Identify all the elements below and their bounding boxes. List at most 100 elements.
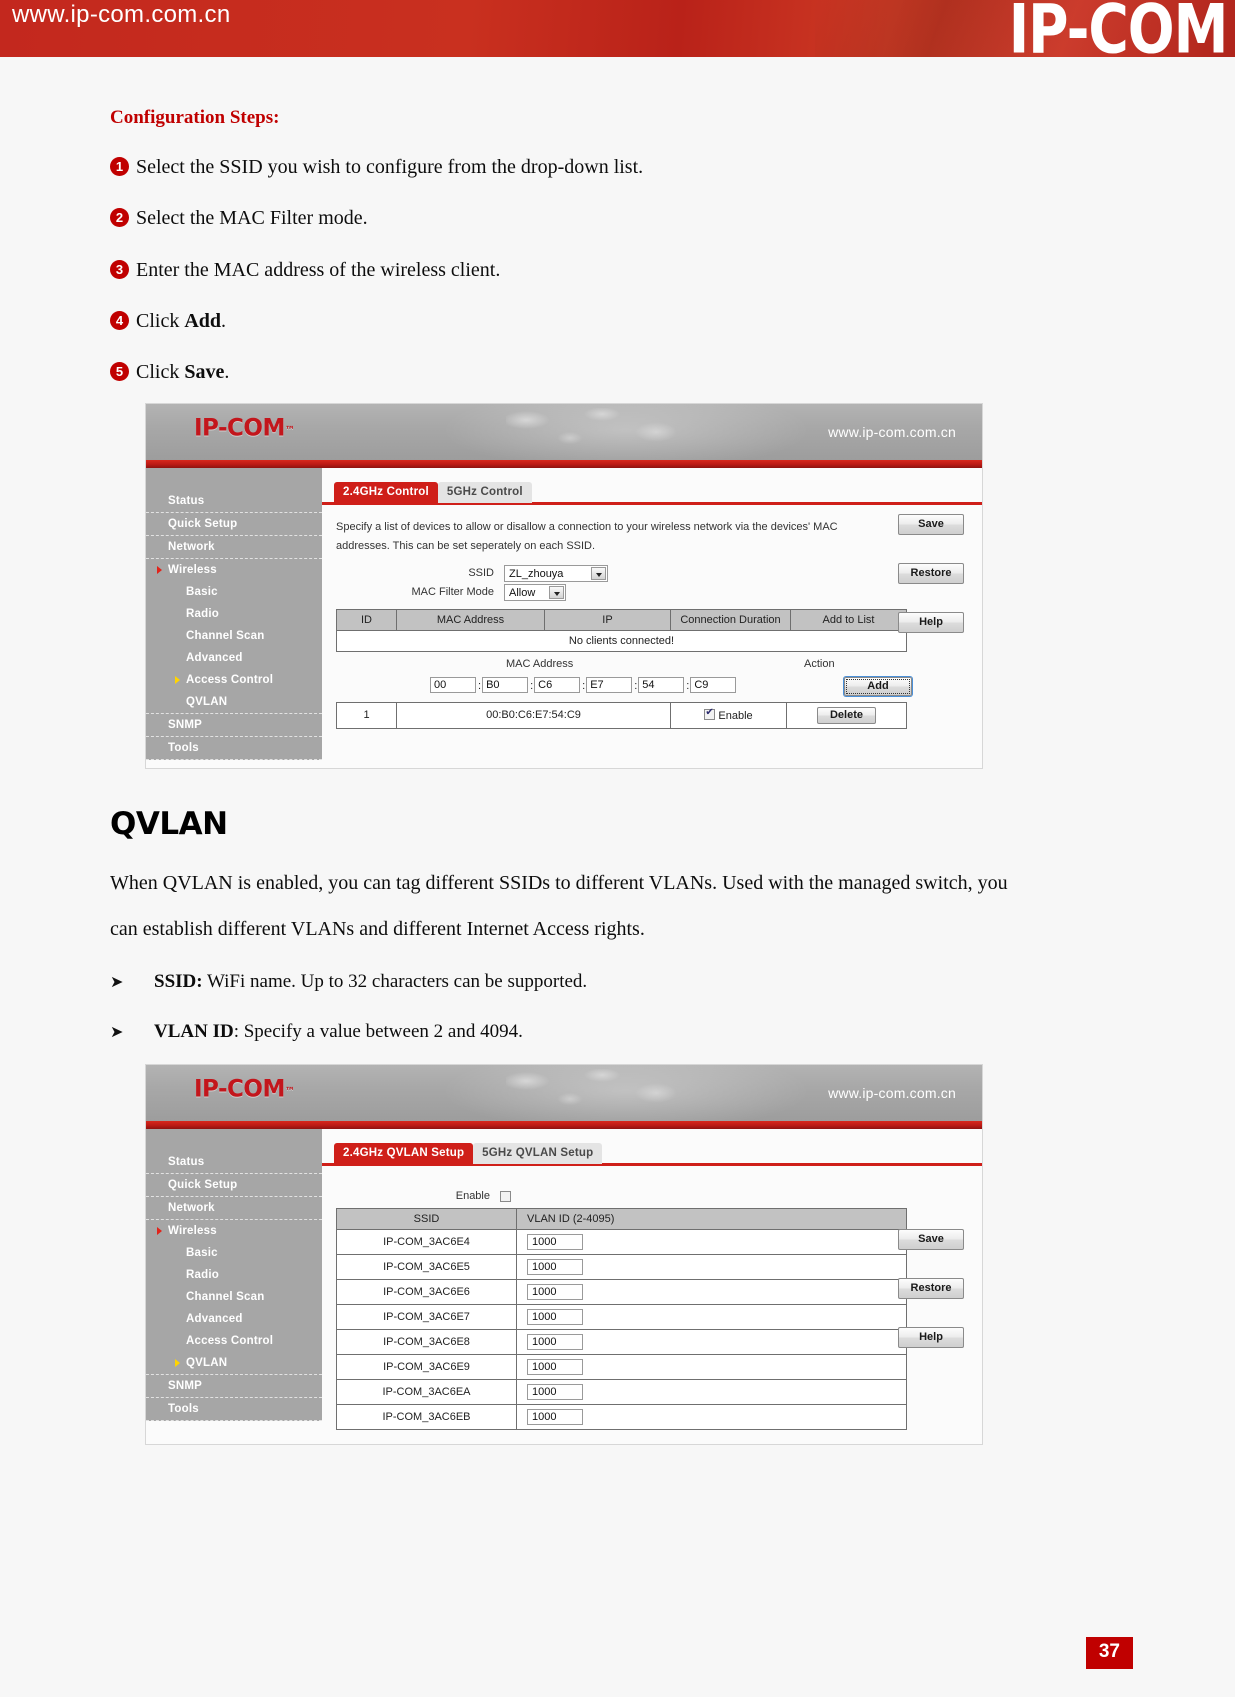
ssid-select[interactable]: ZL_zhouya [504, 564, 608, 582]
bullet-vlan-id: ➤ VLAN ID: Specify a value between 2 and … [110, 1021, 523, 1043]
sidebar-item-label: Quick Setup [168, 518, 238, 530]
sidebar-item-wireless[interactable]: Wireless [146, 559, 322, 581]
step-5-emphasis: Save [184, 361, 225, 383]
column-header-ssid: SSID [336, 1208, 517, 1230]
sidebar-item-label: Tools [168, 1403, 199, 1415]
sidebar-item-snmp[interactable]: SNMP [146, 714, 322, 737]
save-button[interactable]: Save [898, 514, 964, 535]
sidebar-item-quick-setup[interactable]: Quick Setup [146, 513, 322, 536]
vlan-id-input[interactable]: 1000 [527, 1309, 583, 1325]
step-5: 5 Click Save. [110, 361, 229, 384]
sidebar-item-channel-scan[interactable]: Channel Scan [146, 625, 322, 647]
sidebar-item-label: Radio [186, 1269, 219, 1281]
step-3-text: Enter the MAC address of the wireless cl… [136, 259, 501, 281]
step-5-number: 5 [110, 362, 129, 381]
restore-button[interactable]: Restore [898, 563, 964, 584]
sidebar-item-qvlan[interactable]: QVLAN [146, 1352, 322, 1375]
sidebar-item-basic[interactable]: Basic [146, 1242, 322, 1264]
mac-octet-3-input[interactable]: C6 [534, 676, 581, 693]
mac-octet-2-input[interactable]: B0 [482, 676, 529, 693]
sidebar-item-label: SNMP [168, 719, 203, 731]
row-enable-cell: Enable [670, 701, 787, 729]
row-mac-address: 00:B0:C6:E7:54:C9 [396, 701, 671, 729]
sidebar-item-network[interactable]: Network [146, 536, 322, 559]
ui1-sidebar: Status Quick Setup Network Wireless Basi… [146, 468, 322, 760]
delete-button[interactable]: Delete [816, 706, 877, 724]
ui2-tab-bar: 2.4GHz QVLAN Setup 5GHz QVLAN Setup [322, 1129, 982, 1164]
column-header-id: ID [336, 608, 397, 631]
row-ssid: IP-COM_3AC6EB [336, 1404, 517, 1430]
tab-24ghz-control[interactable]: 2.4GHz Control [334, 482, 438, 503]
ui1-body: Status Quick Setup Network Wireless Basi… [146, 468, 982, 768]
sidebar-item-advanced[interactable]: Advanced [146, 647, 322, 669]
sidebar-item-label: Radio [186, 608, 219, 620]
tab-24ghz-qvlan-setup[interactable]: 2.4GHz QVLAN Setup [334, 1143, 474, 1164]
sidebar-item-tools[interactable]: Tools [146, 737, 322, 760]
sidebar-item-radio[interactable]: Radio [146, 603, 322, 625]
column-header-add-to-list: Add to List [790, 608, 907, 631]
sidebar-item-status[interactable]: Status [146, 490, 322, 513]
ui2-ip-com-logo: IP-COM™ [194, 1075, 295, 1103]
help-button[interactable]: Help [898, 612, 964, 633]
restore-button[interactable]: Restore [898, 1278, 964, 1299]
ui1-tab-bar: 2.4GHz Control 5GHz Control [322, 468, 982, 503]
sidebar-item-snmp[interactable]: SNMP [146, 1375, 322, 1398]
qvlan-enable-checkbox[interactable] [500, 1190, 511, 1202]
sidebar-item-network[interactable]: Network [146, 1197, 322, 1220]
vlan-id-input[interactable]: 1000 [527, 1384, 583, 1400]
vlan-id-input[interactable]: 1000 [527, 1359, 583, 1375]
sidebar-item-channel-scan[interactable]: Channel Scan [146, 1286, 322, 1308]
mac-entry-row: 00: B0: C6: E7:54: C9 Add [336, 676, 912, 700]
mac-octet-5-input[interactable]: 54 [638, 676, 685, 693]
sidebar-item-label: Network [168, 541, 215, 553]
sidebar-item-wireless[interactable]: Wireless [146, 1220, 322, 1242]
vlan-id-input[interactable]: 1000 [527, 1334, 583, 1350]
save-button[interactable]: Save [898, 1229, 964, 1250]
table-row: IP-COM_3AC6EB 1000 [336, 1404, 907, 1430]
sidebar-item-status[interactable]: Status [146, 1151, 322, 1174]
row-vlan-id-cell: 1000 [516, 1404, 907, 1430]
mac-octet-6-input[interactable]: C9 [690, 676, 737, 693]
vlan-id-input[interactable]: 1000 [527, 1259, 583, 1275]
step-1-number: 1 [110, 157, 129, 176]
tab-5ghz-qvlan-setup[interactable]: 5GHz QVLAN Setup [473, 1143, 603, 1164]
vlan-id-input[interactable]: 1000 [527, 1234, 583, 1250]
entry-section-headers: MAC Address Action [336, 658, 906, 676]
sidebar-item-quick-setup[interactable]: Quick Setup [146, 1174, 322, 1197]
sidebar-item-radio[interactable]: Radio [146, 1264, 322, 1286]
table-header-row: SSID VLAN ID (2-4095) [336, 1208, 907, 1230]
table-row: IP-COM_3AC6EA 1000 [336, 1379, 907, 1405]
step-3: 3 Enter the MAC address of the wireless c… [110, 259, 500, 282]
sidebar-item-basic[interactable]: Basic [146, 581, 322, 603]
sidebar-item-access-control[interactable]: Access Control [146, 1330, 322, 1352]
add-button[interactable]: Add [844, 676, 912, 696]
ssid-field-row: SSID ZL_zhouya [322, 564, 982, 582]
sidebar-item-access-control[interactable]: Access Control [146, 669, 322, 691]
enable-checkbox[interactable] [704, 707, 716, 720]
mac-filter-mode-select[interactable]: Allow [504, 583, 566, 601]
vlan-id-input[interactable]: 1000 [527, 1409, 583, 1425]
sidebar-item-tools[interactable]: Tools [146, 1398, 322, 1421]
mac-octet-1-input[interactable]: 00 [430, 676, 476, 693]
tab-5ghz-control[interactable]: 5GHz Control [437, 482, 532, 503]
qvlan-paragraph-line-2: can establish different VLANs and differ… [110, 918, 645, 940]
vlan-id-input[interactable]: 1000 [527, 1284, 583, 1300]
row-ssid: IP-COM_3AC6E6 [336, 1279, 517, 1305]
step-2: 2 Select the MAC Filter mode. [110, 207, 368, 230]
table-row: IP-COM_3AC6E8 1000 [336, 1329, 907, 1355]
arrow-right-icon [157, 1227, 162, 1235]
ui2-trademark-icon: ™ [284, 1085, 295, 1098]
step-2-number: 2 [110, 208, 129, 227]
step-4-number: 4 [110, 311, 129, 330]
ui1-trademark-icon: ™ [284, 424, 295, 437]
sidebar-item-label: Basic [186, 586, 218, 598]
sidebar-item-label: Advanced [186, 1313, 243, 1325]
arrow-right-icon [157, 566, 162, 574]
mac-octet-4-input[interactable]: E7 [586, 676, 633, 693]
help-button[interactable]: Help [898, 1327, 964, 1348]
ui2-body: Status Quick Setup Network Wireless Basi… [146, 1129, 982, 1444]
sidebar-item-label: SNMP [168, 1380, 203, 1392]
sidebar-item-advanced[interactable]: Advanced [146, 1308, 322, 1330]
sidebar-item-qvlan[interactable]: QVLAN [146, 691, 322, 714]
header-website-url: www.ip-com.com.cn [12, 1, 231, 28]
